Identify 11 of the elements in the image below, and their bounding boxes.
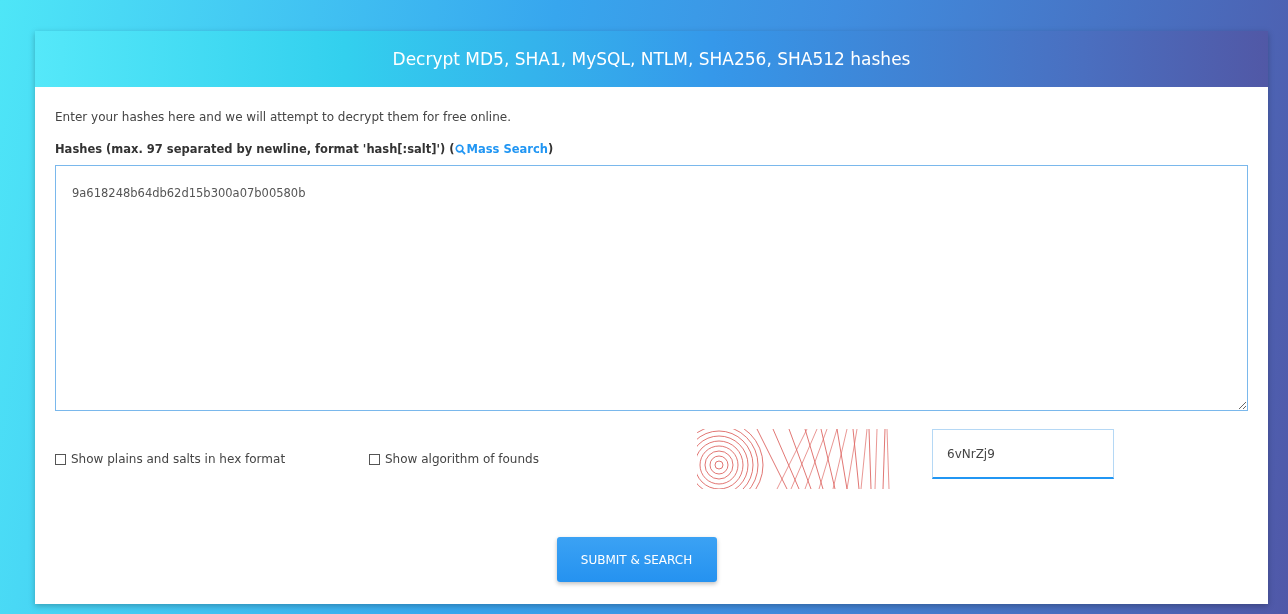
closing-paren: )	[548, 141, 554, 157]
hashes-input-field[interactable]: 9a618248b64db62d15b300a07b00580b	[55, 165, 1248, 411]
checkbox[interactable]	[369, 453, 380, 465]
captcha-input-field[interactable]: 6vNrZj9	[932, 429, 1114, 479]
intro-text: Enter your hashes here and we will attempt to decrypt them for free online.	[55, 109, 512, 125]
checkbox-label: Show algorithm of founds	[385, 452, 539, 466]
page-title: Decrypt MD5, SHA1, MySQL, NTLM, SHA256, SHA512 hashes	[392, 49, 911, 69]
checkbox[interactable]	[55, 453, 66, 465]
search-icon	[454, 143, 466, 155]
checkbox-label: Show plains and salts in hex format	[71, 452, 286, 466]
hashes-label: Hashes (max. 97 separated by newline, format 'hash[:salt]') (	[55, 141, 455, 157]
